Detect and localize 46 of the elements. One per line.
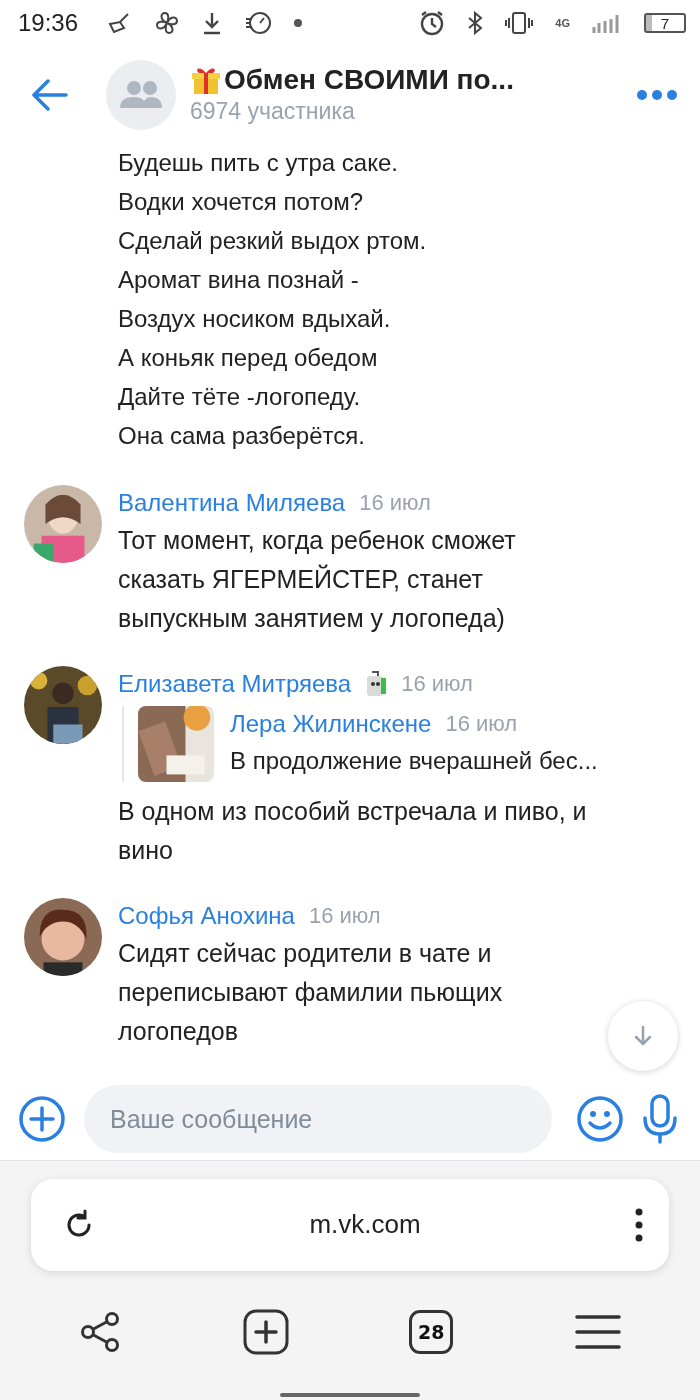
address-bar[interactable]: m.vk.com <box>31 1178 669 1271</box>
add-button[interactable] <box>18 1095 66 1144</box>
member-count: 6974 участника <box>190 98 356 125</box>
speedometer-icon <box>244 11 273 36</box>
new-tab-button[interactable] <box>242 1308 289 1355</box>
message-line: Аромат вина познай - <box>118 264 360 295</box>
author-name[interactable]: Валентина Миляева <box>118 488 346 517</box>
status-time: 19:36 <box>18 9 79 38</box>
dot-icon <box>294 19 303 28</box>
back-button[interactable] <box>30 78 68 111</box>
vibrate-icon <box>505 11 534 36</box>
microphone-button[interactable] <box>642 1094 678 1145</box>
fan-icon <box>154 10 181 37</box>
reply-date: 16 июл <box>445 710 518 737</box>
message-line: Дайте тёте -логопеду. <box>118 381 362 412</box>
author-name[interactable]: Елизавета Митряева <box>118 669 352 698</box>
message-line: А коньяк перед обедом <box>118 342 379 373</box>
reply-text: В продолжение вчерашней бес... <box>230 745 598 776</box>
message-text: В одном из пособий встречала и пиво, и вино <box>118 795 588 866</box>
message-line: Сделай резкий выдох ртом. <box>118 225 428 256</box>
network-type: 4G <box>555 17 570 30</box>
kebab-menu-icon[interactable] <box>635 1207 643 1242</box>
home-indicator[interactable] <box>280 1392 420 1397</box>
author-name[interactable]: Софья Анохина <box>118 901 295 930</box>
message-line: Водки хочется потом? <box>118 186 365 217</box>
more-button[interactable] <box>636 88 678 101</box>
message-line: Будешь пить с утра саке. <box>118 147 399 178</box>
message-date: 16 июл <box>308 902 381 929</box>
battery-level: 7 <box>644 13 686 34</box>
bluetooth-icon <box>467 11 484 36</box>
message-field[interactable]: Ваше сообщение <box>84 1085 552 1154</box>
message-date: 16 июл <box>401 670 473 697</box>
url-text: m.vk.com <box>308 1209 422 1241</box>
message-date: 16 июл <box>359 489 431 516</box>
tabs-button[interactable]: 28 <box>409 1309 454 1354</box>
message-line: Она сама разберётся. <box>118 420 366 451</box>
download-icon <box>202 11 223 36</box>
chat-title: Обмен СВОИМИ по... <box>224 64 514 96</box>
alarm-icon <box>419 10 446 37</box>
reply-author[interactable]: Лера Жилинскене <box>230 709 432 738</box>
suitcase-icon <box>365 669 388 698</box>
menu-button[interactable] <box>573 1313 622 1350</box>
message-line: Воздух носиком вдыхай. <box>118 303 392 334</box>
message-text: Сидят сейчас родители в чате и переписывают фамилии пьющих логопедов <box>118 937 504 1047</box>
message-text: Тот момент, когда ребенок сможет сказать ЯГЕРМЕЙСТЕР, станет выпускным занятием у логопеда) <box>118 524 517 634</box>
emoji-button[interactable] <box>576 1095 624 1144</box>
